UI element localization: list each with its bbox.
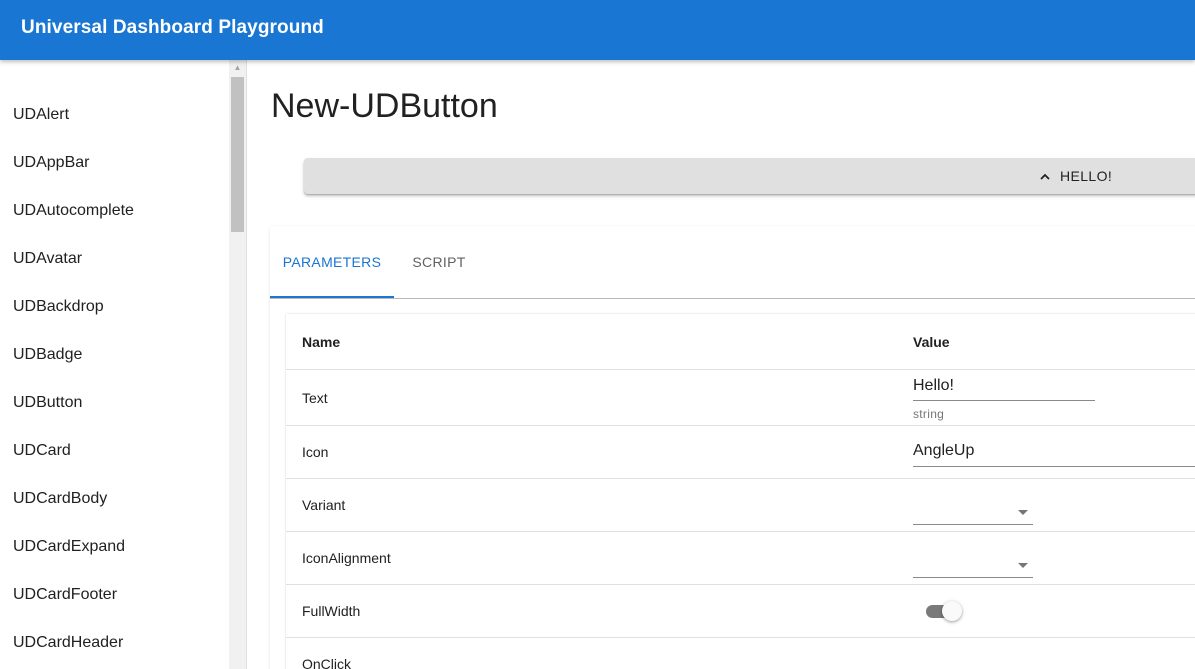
demo-button-content: HELLO! bbox=[1040, 158, 1112, 194]
scroll-up-arrow-icon[interactable]: ▲ bbox=[229, 60, 246, 76]
active-tab-indicator bbox=[270, 296, 394, 298]
param-name-iconalignment: IconAlignment bbox=[302, 550, 391, 566]
param-name-variant: Variant bbox=[302, 497, 346, 513]
toggle-thumb bbox=[942, 601, 962, 621]
text-value-input[interactable]: Hello! bbox=[913, 376, 1095, 401]
parameters-card: PARAMETERS SCRIPT Name Value Text Hello!… bbox=[270, 226, 1195, 669]
sidebar-item-udcard[interactable]: UDCard bbox=[0, 427, 229, 475]
demo-hello-button[interactable]: HELLO! bbox=[304, 158, 1195, 194]
param-name-text: Text bbox=[302, 389, 328, 406]
table-header-row: Name Value bbox=[286, 314, 1195, 370]
text-value-helper: string bbox=[913, 407, 945, 421]
tab-script[interactable]: SCRIPT bbox=[394, 226, 484, 298]
table-row-onclick: OnClick bbox=[286, 638, 1195, 669]
iconalignment-select[interactable] bbox=[913, 554, 1033, 578]
sidebar-item-udbadge[interactable]: UDBadge bbox=[0, 331, 229, 379]
param-name-fullwidth: FullWidth bbox=[302, 603, 361, 619]
tab-parameters[interactable]: PARAMETERS bbox=[270, 226, 394, 298]
text-value-field[interactable]: Hello! string bbox=[913, 376, 1095, 421]
sidebar-scrollbar[interactable]: ▲ bbox=[229, 60, 246, 669]
sidebar-item-udcardexpand[interactable]: UDCardExpand bbox=[0, 523, 229, 571]
sidebar-item-udbackdrop[interactable]: UDBackdrop bbox=[0, 283, 229, 331]
table-row-variant: Variant bbox=[286, 479, 1195, 532]
sidebar-list: UDAlert UDAppBar UDAutocomplete UDAvatar… bbox=[0, 91, 229, 667]
table-row-icon: Icon AngleUp bbox=[286, 426, 1195, 479]
param-name-onclick: OnClick bbox=[302, 656, 352, 669]
table-row-text: Text Hello! string bbox=[286, 370, 1195, 426]
sidebar-item-udalert[interactable]: UDAlert bbox=[0, 91, 229, 139]
dropdown-arrow-icon bbox=[1018, 563, 1028, 568]
param-name-icon: Icon bbox=[302, 444, 329, 460]
sidebar-item-udautocomplete[interactable]: UDAutocomplete bbox=[0, 187, 229, 235]
sidebar-item-udavatar[interactable]: UDAvatar bbox=[0, 235, 229, 283]
sidebar-item-udcardbody[interactable]: UDCardBody bbox=[0, 475, 229, 523]
sidebar: UDAlert UDAppBar UDAutocomplete UDAvatar… bbox=[0, 60, 247, 669]
variant-select[interactable] bbox=[913, 501, 1033, 525]
main-content: New-UDButton HELLO! PARAMETERS SCRIPT Na… bbox=[247, 60, 1195, 669]
chevron-up-icon bbox=[1040, 173, 1050, 180]
parameters-table: Name Value Text Hello! string Icon Angle… bbox=[286, 314, 1195, 669]
demo-button-label: HELLO! bbox=[1060, 168, 1113, 184]
dropdown-arrow-icon bbox=[1018, 510, 1028, 515]
scrollbar-thumb[interactable] bbox=[231, 77, 244, 232]
page-title: New-UDButton bbox=[271, 87, 498, 125]
app-bar: Universal Dashboard Playground bbox=[0, 0, 1195, 60]
fullwidth-toggle[interactable] bbox=[926, 600, 964, 622]
sidebar-item-udbutton[interactable]: UDButton bbox=[0, 379, 229, 427]
app-title: Universal Dashboard Playground bbox=[21, 17, 324, 38]
tab-bar: PARAMETERS SCRIPT bbox=[270, 226, 1195, 299]
column-header-value: Value bbox=[913, 333, 950, 350]
icon-value-input[interactable]: AngleUp bbox=[913, 440, 1195, 467]
table-row-fullwidth: FullWidth bbox=[286, 585, 1195, 638]
sidebar-item-udcardfooter[interactable]: UDCardFooter bbox=[0, 571, 229, 619]
sidebar-item-udcardheader[interactable]: UDCardHeader bbox=[0, 619, 229, 667]
column-header-name: Name bbox=[302, 333, 341, 350]
sidebar-item-udappbar[interactable]: UDAppBar bbox=[0, 139, 229, 187]
table-row-iconalignment: IconAlignment bbox=[286, 532, 1195, 585]
